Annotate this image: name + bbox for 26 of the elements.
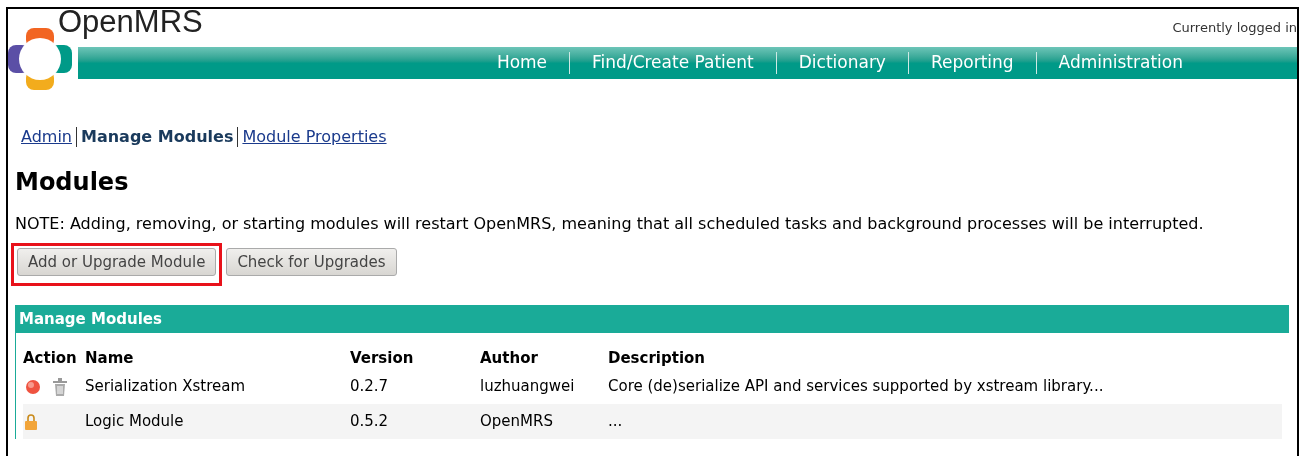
table-cell: OpenMRS <box>480 412 553 431</box>
table-cell: ... <box>608 412 623 431</box>
note-text: NOTE: Adding, removing, or starting modules will restart OpenMRS, meaning that all scheduled tasks and background processes will be interrupted. <box>15 213 1205 235</box>
table-cell: 0.2.7 <box>350 377 389 396</box>
column-header: Name <box>85 348 134 367</box>
column-header: Author <box>480 348 538 367</box>
column-header: Action <box>23 348 77 367</box>
user-status: Currently logged in <box>1172 19 1297 37</box>
lock-icon <box>25 413 37 430</box>
breadcrumb-link[interactable]: Module Properties <box>242 125 387 149</box>
logo-text: OpenMRS <box>58 9 203 40</box>
column-header: Version <box>350 348 414 367</box>
trash-icon[interactable] <box>53 377 67 396</box>
table-cell: Core (de)serialize API and services supported by xstream library... <box>608 377 1104 396</box>
breadcrumb-link[interactable]: Manage Modules <box>81 125 234 149</box>
table-cell: Logic Module <box>85 412 184 431</box>
action-button[interactable]: Add or Upgrade Module <box>17 248 217 276</box>
table-header-bar: Manage Modules <box>15 305 1289 333</box>
table-cell: 0.5.2 <box>350 412 389 431</box>
column-header: Description <box>608 348 706 367</box>
action-button[interactable]: Check for Upgrades <box>226 248 397 276</box>
table-cell: luzhuangwei <box>480 377 575 396</box>
stop-icon[interactable] <box>25 378 41 395</box>
table-cell: Serialization Xstream <box>85 377 246 396</box>
page-title: Modules <box>15 167 130 197</box>
breadcrumb-link[interactable]: Admin <box>21 125 72 149</box>
